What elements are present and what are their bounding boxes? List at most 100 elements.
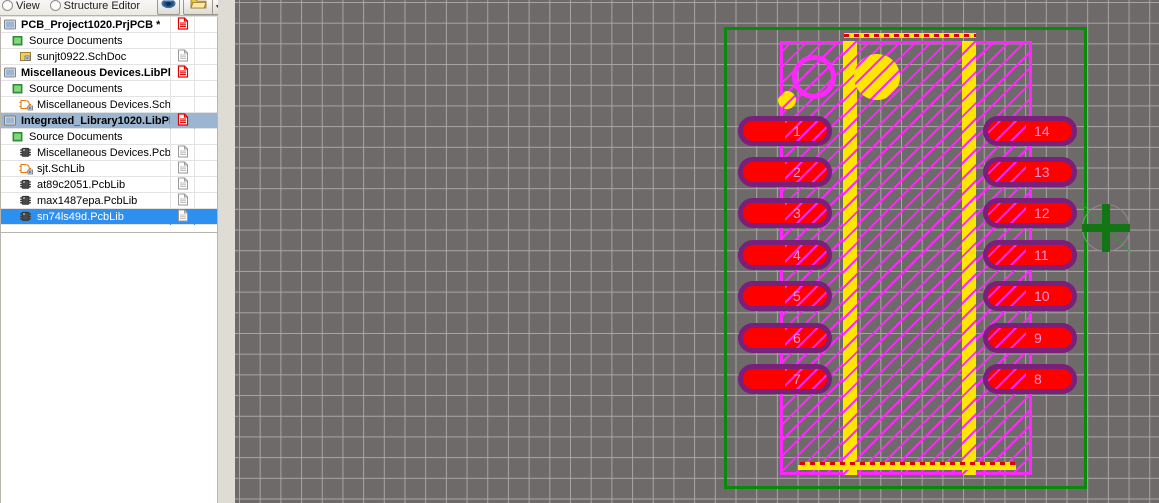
document-icon <box>177 49 189 65</box>
pcb-pad[interactable]: 13 <box>983 157 1077 187</box>
tree-row-doc-cell[interactable] <box>171 112 195 129</box>
pad-number-label: 4 <box>793 247 801 263</box>
tree-row-name-cell[interactable]: sjt.SchLib <box>1 160 171 177</box>
tree-row-extra-cell <box>195 209 217 225</box>
pcblib-icon <box>19 210 34 223</box>
silkscreen-strip-left[interactable] <box>843 41 857 475</box>
tree-row-name-cell[interactable]: at89c2051.PcbLib <box>1 176 171 193</box>
panel-empty-area <box>0 233 218 503</box>
folder-green-icon <box>11 34 26 47</box>
tree-row-name-cell[interactable]: Source Documents <box>1 32 171 49</box>
pcb-pad[interactable]: 1 <box>738 116 832 146</box>
view-radio-dot[interactable] <box>2 0 13 11</box>
silkscreen-circle-large[interactable] <box>854 54 900 100</box>
tree-row-doc-cell[interactable] <box>171 176 195 193</box>
tree-row-name-cell[interactable]: max1487epa.PcbLib <box>1 192 171 209</box>
document-icon <box>177 193 189 209</box>
tree-row-label: sn74ls49d.PcbLib <box>37 210 124 223</box>
tree-row-label: Miscellaneous Devices.LibPkg * <box>21 66 170 79</box>
tree-row-doc-cell[interactable] <box>171 32 195 49</box>
pad-number-label: 10 <box>1034 288 1050 304</box>
tree-row-extra-cell <box>195 65 217 81</box>
tree-row-doc-cell[interactable] <box>171 17 195 33</box>
pcb-pad[interactable]: 2 <box>738 157 832 187</box>
structure-editor-radio-dot[interactable] <box>49 0 61 11</box>
tree-row[interactable]: Source Documents <box>1 80 217 97</box>
pcb-pad[interactable]: 12 <box>983 198 1077 228</box>
tree-row-label: PCB_Project1020.PrjPCB * <box>21 18 161 31</box>
projects-panel: View Structure Editor PCB_Project1020.Pr… <box>0 0 235 503</box>
pcb-pad[interactable]: 11 <box>983 240 1077 270</box>
tree-row-name-cell[interactable]: Integrated_Library1020.LibPkg * <box>1 112 171 129</box>
open-document-button[interactable] <box>183 0 213 15</box>
pad-number-label: 11 <box>1034 247 1049 263</box>
tree-row[interactable]: sunjt0922.SchDoc <box>1 48 217 65</box>
pin1-marker-circle[interactable] <box>792 55 836 99</box>
pcb-pad[interactable]: 6 <box>738 323 832 353</box>
tree-row[interactable]: Miscellaneous Devices.PcbLib <box>1 144 217 161</box>
tree-row-name-cell[interactable]: Miscellaneous Devices.PcbLib <box>1 144 171 161</box>
folder-green-icon <box>11 82 26 95</box>
tree-row[interactable]: Miscellaneous Devices.LibPkg * <box>1 64 217 81</box>
silkscreen-circle-small[interactable] <box>778 91 796 109</box>
tree-row-label: max1487epa.PcbLib <box>37 194 138 207</box>
pad-hatch-overlay <box>785 203 827 223</box>
tree-row-name-cell[interactable]: sunjt0922.SchDoc <box>1 48 171 65</box>
panel-divider <box>218 0 235 503</box>
open-button-group: ▾ <box>183 0 223 15</box>
pad-number-label: 1 <box>793 123 801 139</box>
pad-number-label: 8 <box>1034 371 1042 387</box>
pcb-pad[interactable]: 5 <box>738 281 832 311</box>
tree-row-name-cell[interactable]: Miscellaneous Devices.SchLib <box>1 96 171 113</box>
project-tree[interactable]: PCB_Project1020.PrjPCB * Source Documents… <box>0 17 218 233</box>
tree-row-label: Miscellaneous Devices.SchLib <box>37 98 170 111</box>
tree-row-doc-cell[interactable] <box>171 144 195 161</box>
pcblib-icon <box>19 194 34 207</box>
focus-button[interactable] <box>157 0 180 15</box>
tree-row[interactable]: Source Documents <box>1 32 217 49</box>
tree-row-doc-cell[interactable] <box>171 64 195 81</box>
panel-toolbar: View Structure Editor <box>0 0 235 16</box>
pad-number-label: 9 <box>1034 330 1042 346</box>
tree-row-doc-cell[interactable] <box>171 48 195 65</box>
pad-hatch-overlay <box>988 162 1026 182</box>
structure-editor-radio[interactable]: Structure Editor <box>49 0 140 12</box>
pcb-pad[interactable]: 7 <box>738 364 832 394</box>
tree-row[interactable]: sn74ls49d.PcbLib <box>1 208 217 225</box>
pcb-pad[interactable]: 4 <box>738 240 832 270</box>
schlib-icon <box>19 98 34 111</box>
pad-hatch-overlay <box>785 286 827 306</box>
tree-row[interactable]: at89c2051.PcbLib <box>1 176 217 193</box>
tree-row-name-cell[interactable]: sn74ls49d.PcbLib <box>1 208 171 225</box>
tree-row-name-cell[interactable]: Source Documents <box>1 80 171 97</box>
tree-row[interactable]: PCB_Project1020.PrjPCB * <box>1 17 217 33</box>
pad-hatch-overlay <box>785 162 827 182</box>
tree-row-label: at89c2051.PcbLib <box>37 178 126 191</box>
tree-row-name-cell[interactable]: PCB_Project1020.PrjPCB * <box>1 17 171 33</box>
silkscreen-strip-right[interactable] <box>962 41 976 475</box>
pcb-pad[interactable]: 8 <box>983 364 1077 394</box>
tree-row-doc-cell[interactable] <box>171 160 195 177</box>
pcb-pad[interactable]: 14 <box>983 116 1077 146</box>
tree-row-doc-cell[interactable] <box>171 208 195 225</box>
tree-row-name-cell[interactable]: Miscellaneous Devices.LibPkg * <box>1 64 171 81</box>
tree-row-extra-cell <box>195 161 217 177</box>
silkscreen-line-bottom[interactable] <box>798 465 1016 470</box>
pcb-pad[interactable]: 9 <box>983 323 1077 353</box>
tree-row-doc-cell[interactable] <box>171 96 195 113</box>
tree-row-doc-cell[interactable] <box>171 80 195 97</box>
tree-row-name-cell[interactable]: Source Documents <box>1 128 171 145</box>
pcb-footprint-canvas[interactable]: 1234567 14 13 12 11 10 9 8 <box>235 0 1159 503</box>
view-radio[interactable]: View <box>2 0 40 12</box>
tree-row[interactable]: max1487epa.PcbLib <box>1 192 217 209</box>
tree-row-doc-cell[interactable] <box>171 192 195 209</box>
eye-icon <box>161 0 176 15</box>
pcb-pad[interactable]: 10 <box>983 281 1077 311</box>
tree-row-doc-cell[interactable] <box>171 128 195 145</box>
pcb-pad[interactable]: 3 <box>738 198 832 228</box>
tree-row[interactable]: Source Documents <box>1 128 217 145</box>
tree-row[interactable]: Integrated_Library1020.LibPkg * <box>1 112 217 129</box>
tree-row[interactable]: sjt.SchLib <box>1 160 217 177</box>
tree-row[interactable]: Miscellaneous Devices.SchLib <box>1 96 217 113</box>
open-folder-icon <box>189 0 207 15</box>
